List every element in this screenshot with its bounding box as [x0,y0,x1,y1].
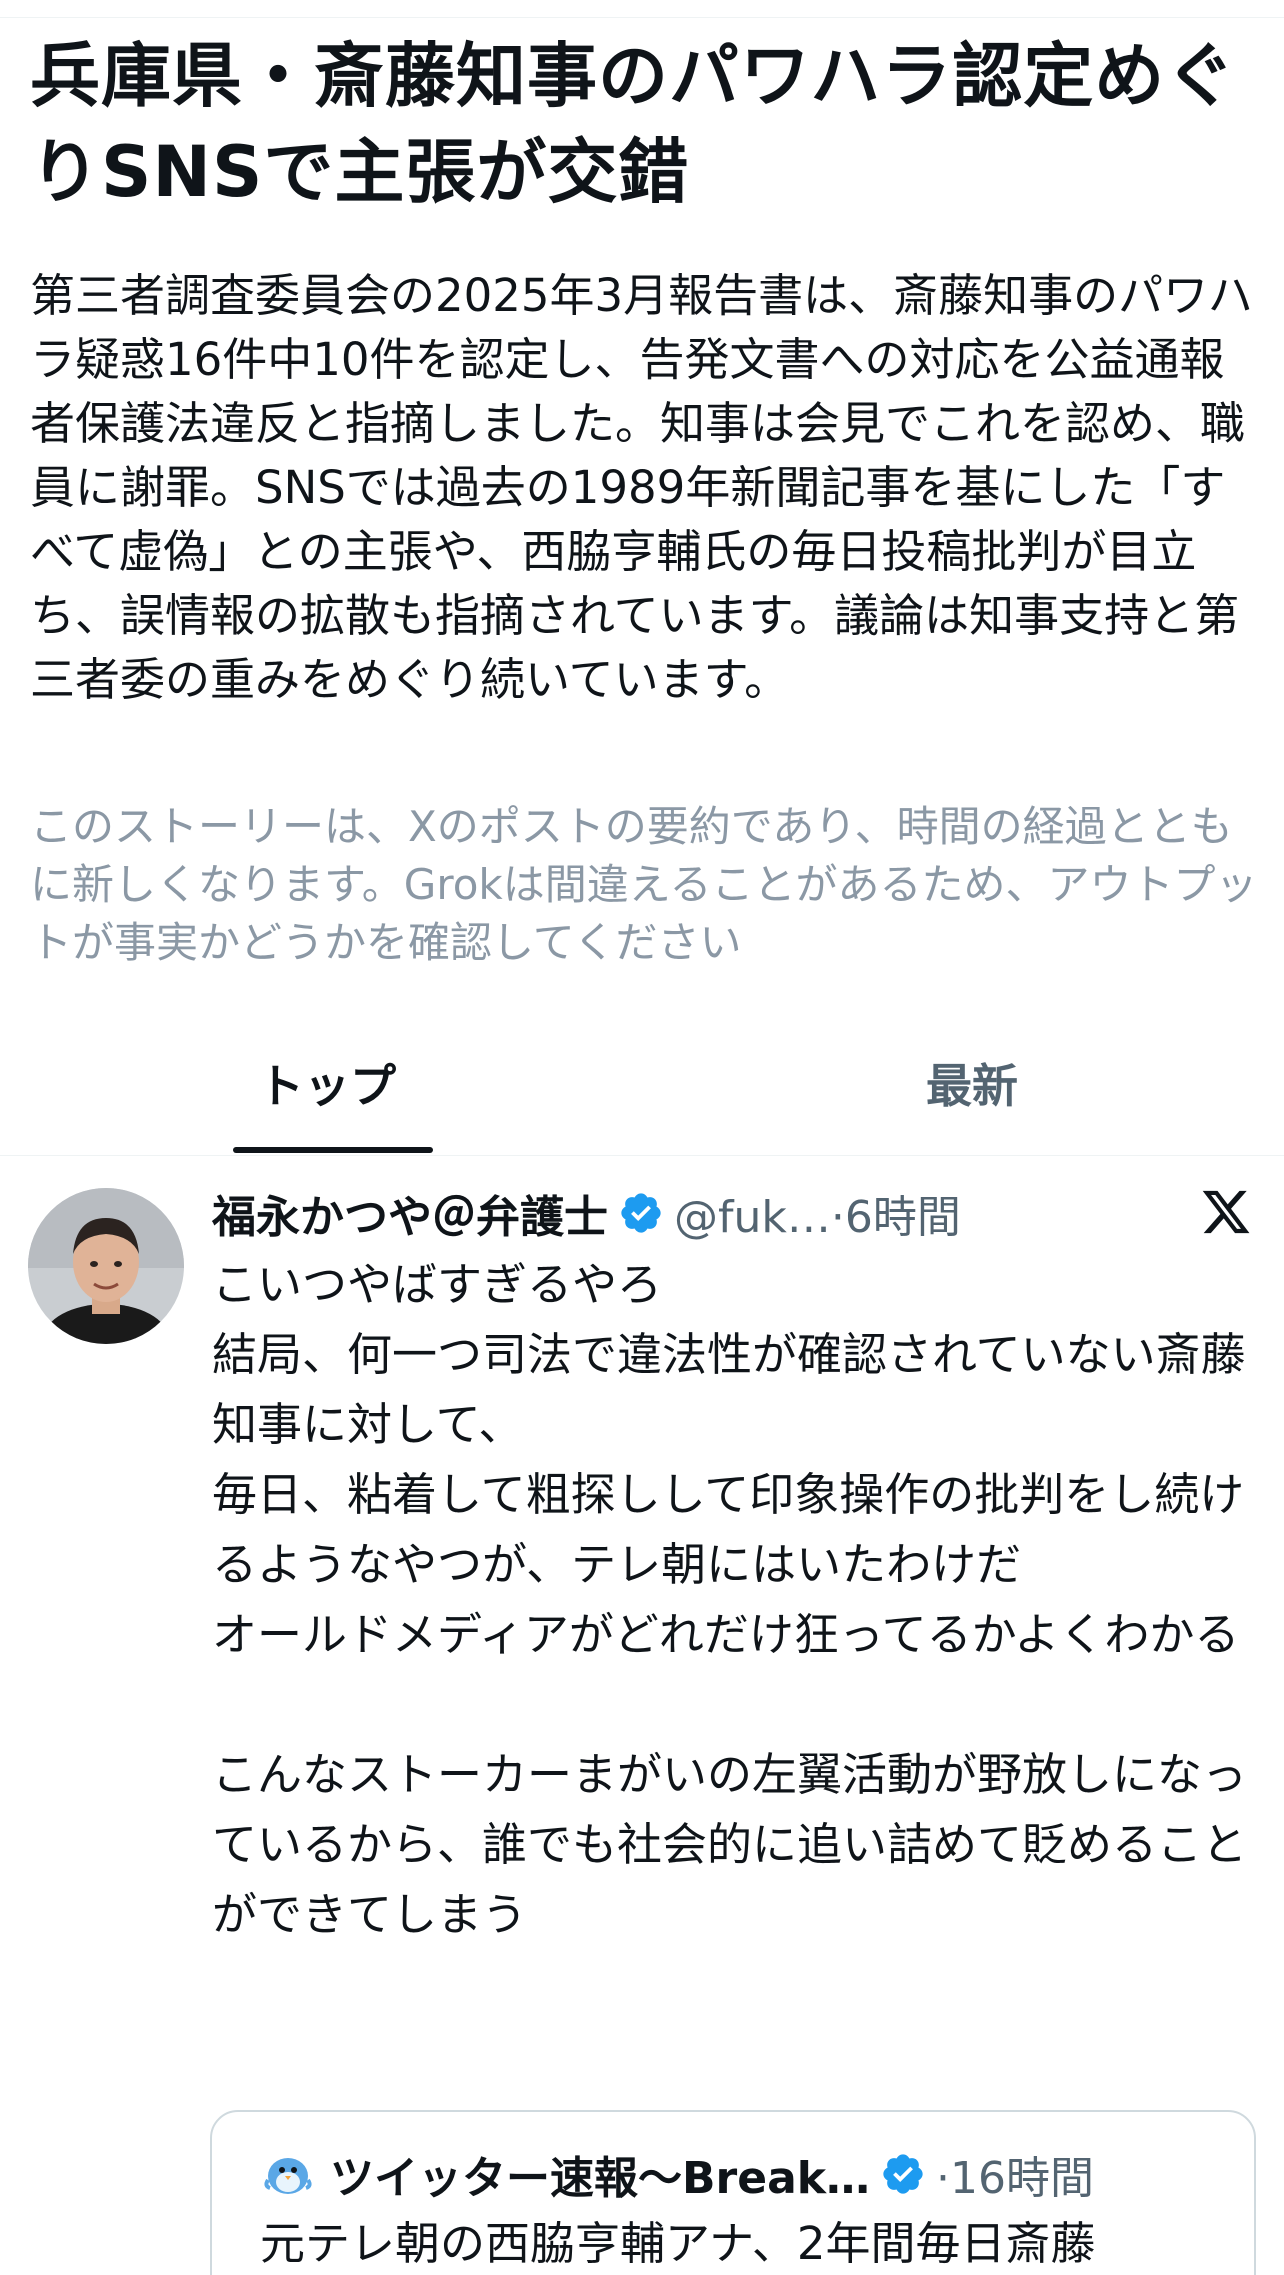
quoted-post-header: ツイッター速報〜Break… ·16時間 [260,2142,1094,2206]
author-name[interactable]: 福永かつや＠弁護士 [212,1181,608,1245]
quoted-author-time: ·16時間 [936,2153,1095,2204]
post-text: こいつやばすぎるやろ 結局、何一つ司法で違法性が確認されていない斎藤知事に対して… [212,1258,1248,1941]
verified-badge-icon [883,2154,923,2194]
tab-latest[interactable]: 最新 [642,1010,1284,1156]
tab-top[interactable]: トップ [0,1010,642,1156]
post-header: 福永かつや＠弁護士 @fuk…·6時間 [212,1178,1252,1248]
author-handle-time[interactable]: @fuk…·6時間 [674,1181,961,1245]
quoted-author-name: ツイッター速報〜Break… [330,2153,871,2204]
top-edge-divider [0,0,1284,18]
story-summary: 第三者調査委員会の2025年3月報告書は、斎藤知事のパワハラ疑惑16件中10件を… [30,269,1253,706]
quoted-post[interactable]: ツイッター速報〜Break… ·16時間 元テレ朝の西脇亨輔アナ、2年間毎日斎藤 [210,2110,1256,2275]
bird-avatar-icon [264,2158,312,2194]
verified-badge-icon [621,1193,661,1233]
active-tab-indicator [233,1147,433,1153]
avatar[interactable] [28,1188,184,1344]
story-headline: 兵庫県・斎藤知事のパワハラ認定めぐりSNSで主張が交錯 [30,35,1237,213]
post-tabs: トップ 最新 [0,1010,1284,1156]
quoted-post-text: 元テレ朝の西脇亨輔アナ、2年間毎日斎藤 [260,2217,1096,2270]
post[interactable]: 福永かつや＠弁護士 @fuk…·6時間 こいつやばすぎるやろ 結局、何一つ司法で… [0,1158,1284,2275]
x-logo-icon[interactable] [1200,1186,1252,1238]
story-page: 兵庫県・斎藤知事のパワハラ認定めぐりSNSで主張が交錯 第三者調査委員会の202… [0,0,1284,2275]
grok-disclaimer: このストーリーは、Xのポストの要約であり、時間の経過とともに新しくなります。Gr… [30,802,1258,967]
